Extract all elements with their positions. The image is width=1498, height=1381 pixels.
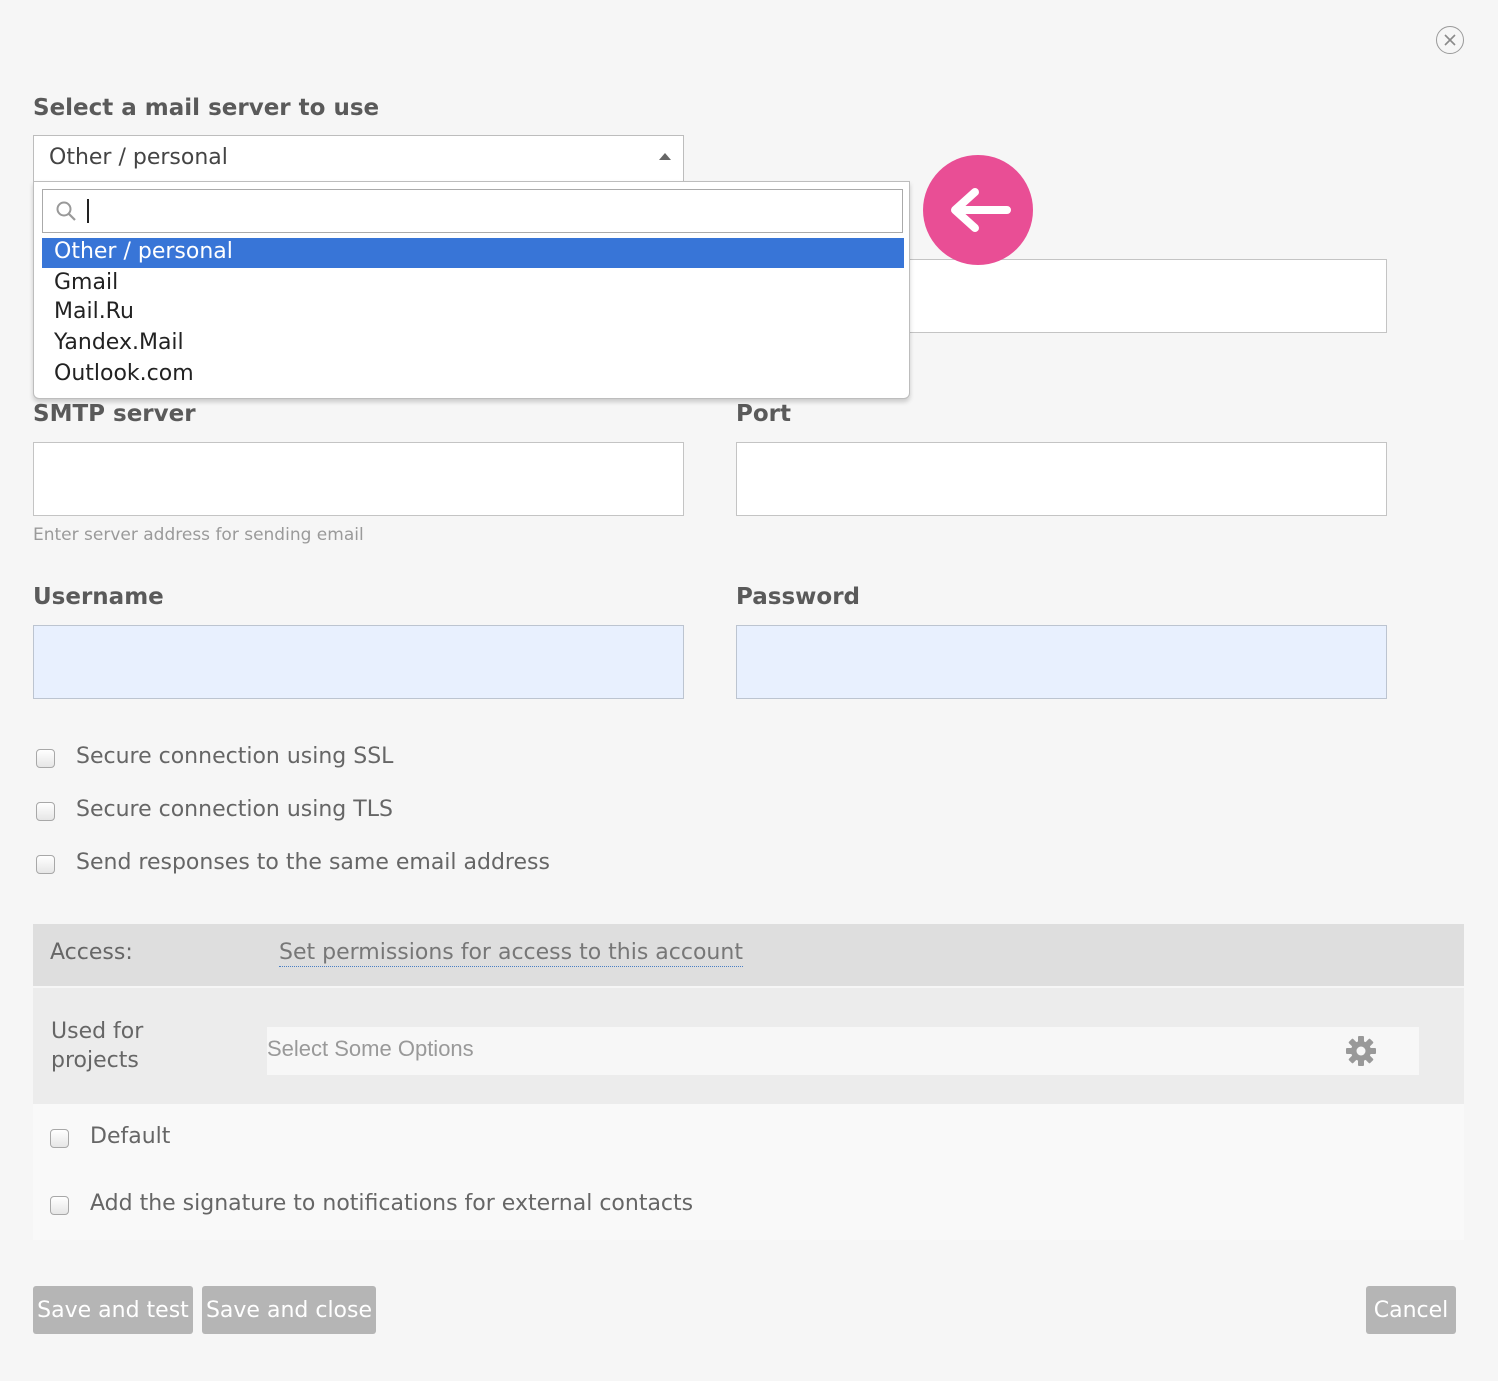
caret-up-icon — [659, 153, 671, 160]
dropdown-search-input[interactable] — [42, 189, 903, 233]
option-outlook[interactable]: Outlook.com — [42, 360, 904, 390]
close-button[interactable] — [1436, 26, 1464, 54]
smtp-server-input[interactable] — [33, 442, 684, 516]
save-and-close-button[interactable]: Save and close — [202, 1286, 376, 1334]
password-input[interactable] — [736, 625, 1387, 699]
set-permissions-link[interactable]: Set permissions for access to this accou… — [279, 940, 743, 967]
port-input[interactable] — [736, 442, 1387, 516]
option-mail-ru[interactable]: Mail.Ru — [42, 298, 904, 328]
text-cursor — [87, 199, 89, 223]
tls-checkbox[interactable] — [36, 802, 55, 821]
access-label: Access: — [50, 940, 133, 965]
ssl-checkbox[interactable] — [36, 749, 55, 768]
mail-server-label: Select a mail server to use — [33, 95, 380, 121]
signature-checkbox[interactable] — [50, 1196, 69, 1215]
password-label: Password — [736, 584, 860, 610]
save-and-test-button[interactable]: Save and test — [33, 1286, 193, 1334]
option-yandex-mail[interactable]: Yandex.Mail — [42, 329, 904, 359]
projects-placeholder: Select Some Options — [267, 1036, 474, 1061]
cancel-button[interactable]: Cancel — [1366, 1286, 1456, 1334]
same-address-label[interactable]: Send responses to the same email address — [76, 850, 550, 875]
username-label: Username — [33, 584, 164, 610]
default-label[interactable]: Default — [90, 1124, 170, 1149]
gear-icon[interactable] — [1345, 1035, 1377, 1067]
mail-server-selected-value: Other / personal — [49, 145, 228, 170]
option-other-personal[interactable]: Other / personal — [42, 238, 904, 268]
projects-label-line2: projects — [51, 1048, 139, 1073]
ssl-label[interactable]: Secure connection using SSL — [76, 744, 393, 769]
projects-label-line1: Used for — [51, 1019, 144, 1044]
username-input[interactable] — [33, 625, 684, 699]
same-address-checkbox[interactable] — [36, 855, 55, 874]
tls-label[interactable]: Secure connection using TLS — [76, 797, 393, 822]
option-gmail[interactable]: Gmail — [42, 269, 904, 299]
extra-options-section — [33, 1104, 1464, 1240]
search-icon — [56, 201, 76, 221]
arrow-left-icon — [951, 188, 1011, 232]
close-icon — [1444, 34, 1456, 46]
smtp-server-hint: Enter server address for sending email — [33, 525, 364, 545]
default-checkbox[interactable] — [50, 1129, 69, 1148]
mail-server-dropdown: Other / personal Gmail Mail.Ru Yandex.Ma… — [33, 181, 910, 399]
access-section: Access: Set permissions for access to th… — [33, 924, 1464, 986]
used-for-projects-label: Used for projects — [51, 1017, 143, 1075]
port-label: Port — [736, 401, 791, 427]
projects-multiselect[interactable]: Select Some Options — [267, 1027, 1419, 1075]
smtp-server-label: SMTP server — [33, 401, 196, 427]
annotation-arrow — [923, 155, 1033, 265]
mail-server-select[interactable]: Other / personal — [33, 135, 684, 182]
signature-label[interactable]: Add the signature to notifications for e… — [90, 1191, 693, 1216]
